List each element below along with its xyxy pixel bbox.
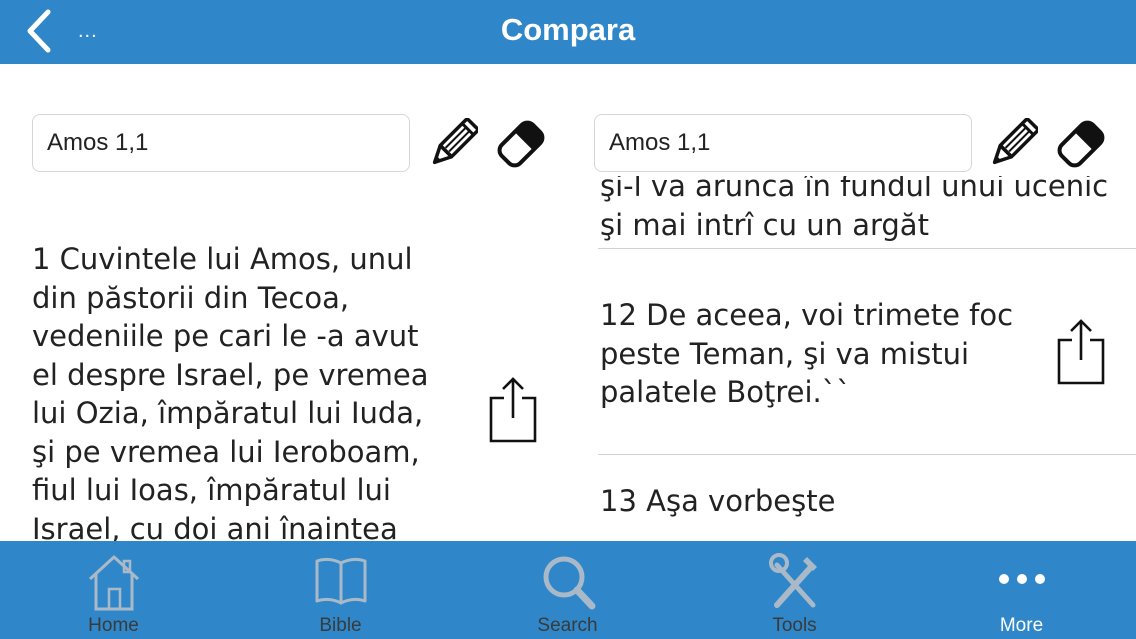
left-reference-input[interactable] — [32, 114, 410, 172]
right-edit-button[interactable] — [988, 117, 1040, 170]
page-title: Compara — [500, 12, 636, 47]
tools-icon — [768, 553, 817, 608]
eraser-icon — [497, 120, 545, 168]
right-clear-button[interactable] — [1056, 118, 1106, 170]
tab-bible[interactable]: Bible — [227, 541, 454, 639]
tab-search[interactable]: Search — [454, 541, 681, 639]
home-icon — [88, 555, 139, 611]
right-share-button[interactable] — [1056, 318, 1106, 386]
tab-label: More — [999, 615, 1044, 636]
divider — [598, 454, 1136, 455]
list-item: 13 Aşa vorbeşte — [600, 484, 836, 518]
divider — [598, 248, 1136, 249]
tab-home[interactable]: Home — [0, 541, 227, 639]
more-icon — [998, 574, 1045, 584]
left-compare-pane: 1 Cuvintele lui Amos, unul din păstorii … — [0, 64, 568, 541]
left-share-button[interactable] — [488, 376, 538, 444]
tab-tools[interactable]: Tools — [681, 541, 908, 639]
tab-label: Search — [537, 615, 598, 636]
right-compare-pane: şi-l va arunca în fundul unui ucenic şi … — [568, 64, 1136, 541]
left-verse-text: 1 Cuvintele lui Amos, unul din păstorii … — [32, 242, 429, 541]
tab-label: Bible — [319, 615, 362, 636]
share-icon — [489, 377, 537, 443]
list-item: 12 De aceea, voi trimete foc peste Teman… — [600, 298, 1014, 409]
tab-label: Home — [88, 615, 139, 636]
tab-more[interactable]: More — [908, 541, 1135, 639]
book-icon — [315, 557, 366, 605]
search-icon — [543, 556, 595, 610]
left-clear-button[interactable] — [496, 118, 546, 170]
right-reference-input[interactable] — [594, 114, 972, 172]
tab-label: Tools — [772, 615, 817, 636]
pencil-icon — [992, 117, 1040, 165]
bottom-tab-bar: Home Bible Search Tools More — [0, 541, 1136, 639]
top-nav-bar: ... Compara — [0, 0, 1136, 64]
list-item: şi-l va arunca în fundul unui ucenic şi … — [600, 169, 1109, 242]
eraser-icon — [1057, 120, 1105, 168]
share-icon — [1057, 319, 1105, 385]
left-edit-button[interactable] — [428, 117, 480, 170]
pencil-icon — [432, 117, 480, 165]
